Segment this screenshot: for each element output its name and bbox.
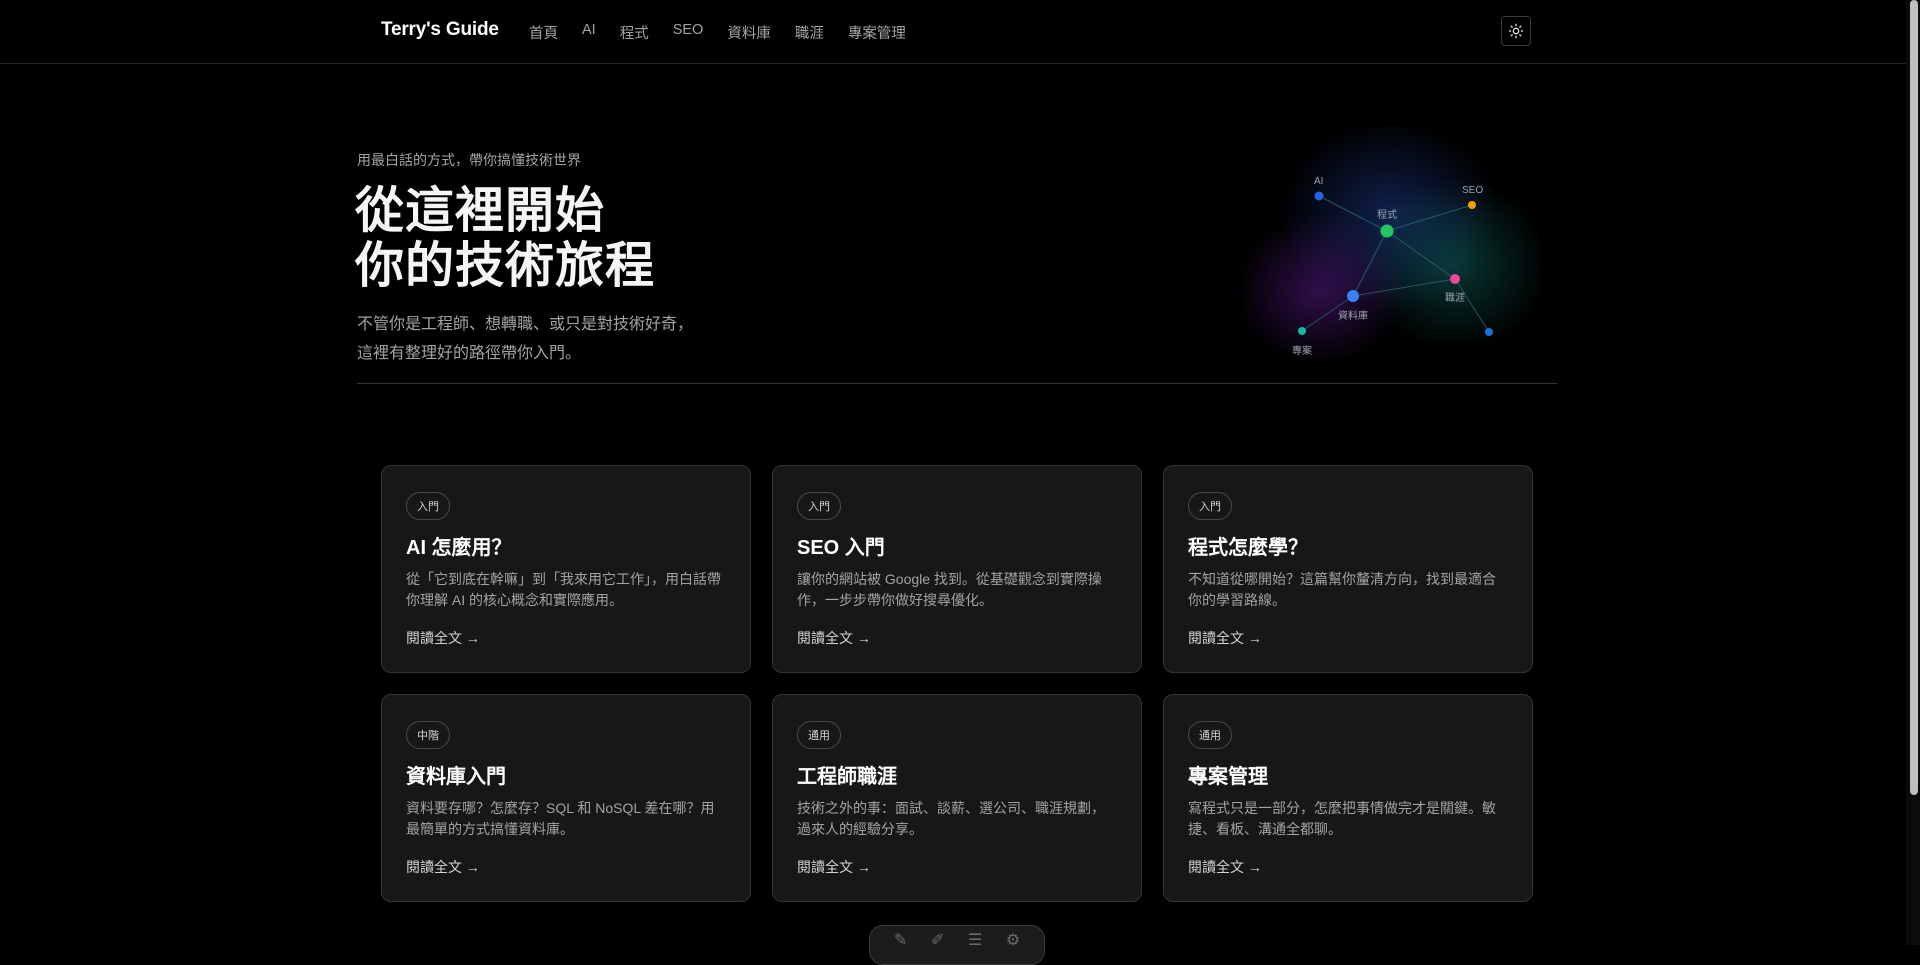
read-more-link[interactable]: 閱讀全文 → bbox=[1188, 857, 1262, 877]
read-more-link[interactable]: 閱讀全文 → bbox=[406, 857, 480, 877]
nav-item-code[interactable]: 程式 bbox=[620, 22, 649, 43]
card-title: 資料庫入門 bbox=[406, 766, 506, 788]
card-description: 讓你的網站被 Google 找到。從基礎觀念到實際操作，一步步帶你做好搜尋優化。 bbox=[797, 571, 1102, 608]
card-ai[interactable]: 入門 AI 怎麼用？ 從「它到底在幹嘛」到「我來用它工作」，用白話帶你理解 AI… bbox=[381, 465, 751, 673]
floating-toolbar: ✎ ✐ ☰ ⚙ bbox=[869, 925, 1045, 965]
glow-purple bbox=[1240, 215, 1405, 365]
card-description: 不知道從哪開始？這篇幫你釐清方向，找到最適合你的學習路線。 bbox=[1188, 571, 1496, 608]
level-badge: 中階 bbox=[406, 721, 450, 749]
node-career bbox=[1450, 274, 1460, 284]
read-more-link[interactable]: 閱讀全文 → bbox=[406, 628, 480, 648]
card-title: SEO 入門 bbox=[797, 537, 885, 559]
card-title: AI 怎麼用？ bbox=[406, 537, 512, 559]
card-title: 程式怎麼學？ bbox=[1188, 537, 1308, 559]
hero-description: 不管你是工程師、想轉職、或只是對技術好奇， 這裡有整理好的路徑帶你入門。 bbox=[357, 310, 693, 368]
read-more-link[interactable]: 閱讀全文 → bbox=[797, 628, 871, 648]
node-database bbox=[1347, 290, 1359, 302]
nav-item-seo[interactable]: SEO bbox=[673, 22, 704, 43]
node-label-ai: AI bbox=[1314, 176, 1323, 187]
nav-item-home[interactable]: 首頁 bbox=[529, 22, 558, 43]
hero-title-line-2: 你的技術旅程 bbox=[355, 239, 656, 293]
nav-item-career[interactable]: 職涯 bbox=[795, 22, 824, 43]
level-badge: 通用 bbox=[1188, 721, 1232, 749]
node-extra bbox=[1485, 328, 1493, 336]
hero-title: 從這裡開始 你的技術旅程 bbox=[355, 184, 655, 294]
node-label-database: 資料庫 bbox=[1338, 309, 1368, 322]
level-badge: 入門 bbox=[406, 492, 450, 520]
scrollbar-thumb[interactable] bbox=[1910, 0, 1918, 795]
node-label-code: 程式 bbox=[1377, 208, 1397, 221]
card-description: 資料要存哪？怎麼存？SQL 和 NoSQL 差在哪？用最簡單的方式搞懂資料庫。 bbox=[406, 800, 715, 837]
card-code[interactable]: 入門 程式怎麼學？ 不知道從哪開始？這篇幫你釐清方向，找到最適合你的學習路線。 … bbox=[1163, 465, 1533, 673]
nav-item-project-management[interactable]: 專案管理 bbox=[848, 22, 906, 43]
pen-icon[interactable]: ✎ bbox=[894, 933, 907, 949]
level-badge: 入門 bbox=[797, 492, 841, 520]
list-icon[interactable]: ☰ bbox=[968, 933, 982, 949]
site-header: Terry's Guide 首頁 AI 程式 SEO 資料庫 職涯 專案管理 bbox=[0, 0, 1920, 64]
nav-item-database[interactable]: 資料庫 bbox=[727, 22, 771, 43]
node-code bbox=[1380, 224, 1394, 238]
node-seo bbox=[1468, 201, 1476, 209]
level-badge: 入門 bbox=[1188, 492, 1232, 520]
topic-card-grid: 入門 AI 怎麼用？ 從「它到底在幹嘛」到「我來用它工作」，用白話帶你理解 AI… bbox=[381, 465, 1533, 902]
read-more-link[interactable]: 閱讀全文 → bbox=[1188, 628, 1262, 648]
nav-item-ai[interactable]: AI bbox=[582, 22, 596, 43]
hero-kicker: 用最白話的方式，帶你搞懂技術世界 bbox=[357, 152, 581, 168]
card-title: 專案管理 bbox=[1188, 766, 1268, 788]
card-database[interactable]: 中階 資料庫入門 資料要存哪？怎麼存？SQL 和 NoSQL 差在哪？用最簡單的… bbox=[381, 694, 751, 902]
node-project bbox=[1298, 327, 1306, 335]
card-description: 技術之外的事：面試、談薪、選公司、職涯規劃，過來人的經驗分享。 bbox=[797, 800, 1105, 837]
card-career[interactable]: 通用 工程師職涯 技術之外的事：面試、談薪、選公司、職涯規劃，過來人的經驗分享。… bbox=[772, 694, 1142, 902]
node-label-career: 職涯 bbox=[1445, 291, 1465, 304]
main-nav: 首頁 AI 程式 SEO 資料庫 職涯 專案管理 bbox=[529, 22, 906, 43]
node-label-project: 專案 bbox=[1292, 344, 1312, 357]
highlighter-icon[interactable]: ✐ bbox=[931, 933, 944, 949]
hero-title-line-1: 從這裡開始 bbox=[355, 184, 606, 238]
sun-icon bbox=[1508, 23, 1524, 39]
theme-toggle-button[interactable] bbox=[1501, 16, 1531, 46]
card-description: 從「它到底在幹嘛」到「我來用它工作」，用白話帶你理解 AI 的核心概念和實際應用… bbox=[406, 571, 721, 608]
node-label-seo: SEO bbox=[1462, 185, 1483, 196]
topic-network-graph: AI 程式 SEO 職涯 資料庫 專案 bbox=[1240, 125, 1540, 365]
card-seo[interactable]: 入門 SEO 入門 讓你的網站被 Google 找到。從基礎觀念到實際操作，一步… bbox=[772, 465, 1142, 673]
node-ai bbox=[1314, 191, 1324, 201]
read-more-link[interactable]: 閱讀全文 → bbox=[797, 857, 871, 877]
settings-icon[interactable]: ⚙ bbox=[1006, 933, 1020, 949]
hero-description-line-1: 不管你是工程師、想轉職、或只是對技術好奇， bbox=[357, 316, 694, 333]
card-project-management[interactable]: 通用 專案管理 寫程式只是一部分，怎麼把事情做完才是關鍵。敏捷、看板、溝通全都聊… bbox=[1163, 694, 1533, 902]
hero-divider bbox=[357, 383, 1557, 384]
site-logo[interactable]: Terry's Guide bbox=[381, 19, 499, 41]
card-description: 寫程式只是一部分，怎麼把事情做完才是關鍵。敏捷、看板、溝通全都聊。 bbox=[1188, 800, 1496, 837]
card-title: 工程師職涯 bbox=[797, 766, 897, 788]
level-badge: 通用 bbox=[797, 721, 841, 749]
hero-description-line-2: 這裡有整理好的路徑帶你入門。 bbox=[357, 345, 582, 362]
